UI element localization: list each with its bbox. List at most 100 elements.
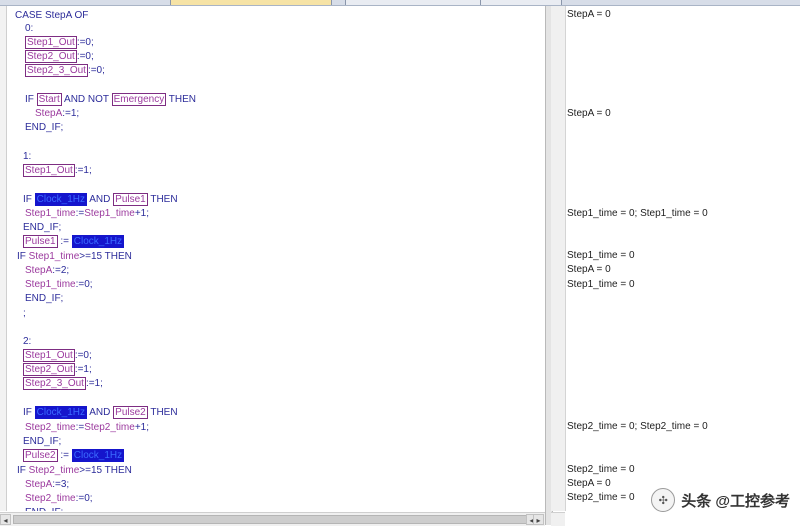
code-variable[interactable]: Pulse2 bbox=[23, 449, 58, 462]
code-line[interactable]: ; bbox=[23, 308, 26, 320]
code-line[interactable]: IF Clock_1Hz AND Pulse2 THEN bbox=[23, 406, 178, 419]
code-line[interactable]: END_IF; bbox=[25, 122, 63, 134]
code-line[interactable]: 0: bbox=[25, 23, 33, 35]
code-variable[interactable]: Step1_Out bbox=[25, 36, 77, 49]
code-keyword: :=0; bbox=[74, 350, 92, 361]
highlighted-variable[interactable]: Clock_1Hz bbox=[71, 235, 125, 248]
code-line[interactable]: Step1_time:=0; bbox=[25, 279, 93, 291]
code-keyword: >=15 THEN bbox=[79, 465, 132, 476]
watch-value: StepA = 0 bbox=[567, 108, 611, 119]
code-variable[interactable]: Step1_Out bbox=[23, 349, 75, 362]
code-line[interactable]: StepA:=2; bbox=[25, 265, 69, 277]
code-line[interactable]: Step2_3_Out:=0; bbox=[25, 64, 105, 77]
st-code-editor[interactable]: CASE StepA OF 0: Step1_Out:=0; Step2_Out:=0… bbox=[7, 6, 545, 511]
code-variable[interactable]: Pulse2 bbox=[113, 406, 148, 419]
code-line[interactable]: StepA:=3; bbox=[25, 479, 69, 491]
watermark: ✣ 头条 @工控参考 bbox=[651, 485, 790, 515]
code-line[interactable]: END_IF; bbox=[25, 507, 63, 511]
code-variable[interactable]: Start bbox=[36, 93, 62, 106]
scrollbar-thumb[interactable] bbox=[13, 515, 528, 524]
code-line[interactable]: END_IF; bbox=[23, 436, 61, 448]
code-keyword: +1; bbox=[134, 422, 149, 433]
code-line[interactable]: Step1_Out:=0; bbox=[23, 349, 92, 362]
code-line[interactable]: Step1_Out:=0; bbox=[25, 36, 94, 49]
watch-value: Step2_time = 0 bbox=[567, 492, 635, 503]
code-keyword: := bbox=[57, 236, 72, 247]
code-variable[interactable]: Step1_time bbox=[25, 279, 76, 290]
code-variable[interactable]: Pulse1 bbox=[113, 193, 148, 206]
code-variable[interactable]: Emergency bbox=[111, 93, 167, 106]
code-line[interactable]: Step1_time:=Step1_time+1; bbox=[25, 208, 149, 220]
code-line[interactable]: IF Step2_time>=15 THEN bbox=[17, 465, 132, 477]
code-variable[interactable]: Step2_time bbox=[25, 422, 76, 433]
code-keyword: THEN bbox=[147, 407, 178, 418]
code-variable[interactable]: StepA bbox=[25, 479, 52, 490]
code-line[interactable]: END_IF; bbox=[25, 293, 63, 305]
scroll-left-icon[interactable]: ◂ bbox=[0, 514, 11, 525]
document-tab[interactable] bbox=[170, 0, 332, 5]
code-keyword: :=0; bbox=[87, 65, 105, 76]
code-line[interactable]: Step1_Out:=1; bbox=[23, 164, 92, 177]
code-line[interactable]: 1: bbox=[23, 151, 31, 163]
code-keyword: :=0; bbox=[75, 279, 93, 290]
code-variable[interactable]: Step2_time bbox=[84, 422, 135, 433]
code-line[interactable]: IF Clock_1Hz AND Pulse1 THEN bbox=[23, 193, 178, 206]
watermark-text: 头条 @工控参考 bbox=[681, 492, 790, 510]
code-keyword: THEN bbox=[166, 94, 197, 105]
code-variable[interactable]: Step2_3_Out bbox=[25, 64, 88, 77]
code-line[interactable]: Step2_time:=0; bbox=[25, 493, 93, 505]
code-keyword: := bbox=[75, 422, 85, 433]
code-variable[interactable]: Step2_time bbox=[25, 493, 76, 504]
code-line[interactable]: StepA:=1; bbox=[35, 108, 79, 120]
code-line[interactable]: Step2_Out:=0; bbox=[25, 50, 94, 63]
code-variable[interactable]: Step1_Out bbox=[23, 164, 75, 177]
code-keyword: IF bbox=[17, 465, 29, 476]
code-keyword: IF bbox=[23, 194, 35, 205]
code-keyword: :=0; bbox=[76, 51, 94, 62]
document-tab[interactable] bbox=[480, 0, 562, 5]
watch-value: StepA = 0 bbox=[567, 264, 611, 275]
code-keyword: THEN bbox=[147, 194, 178, 205]
code-variable[interactable]: Step2_3_Out bbox=[23, 377, 86, 390]
code-line[interactable]: IF Step1_time>=15 THEN bbox=[17, 251, 132, 263]
code-line[interactable]: CASE StepA OF bbox=[15, 10, 88, 22]
code-variable[interactable]: Step2_Out bbox=[23, 363, 75, 376]
code-keyword: := bbox=[57, 450, 72, 461]
code-line[interactable]: END_IF; bbox=[23, 222, 61, 234]
code-variable[interactable]: Pulse1 bbox=[23, 235, 58, 248]
highlighted-variable[interactable]: Clock_1Hz bbox=[71, 449, 125, 462]
code-keyword: +1; bbox=[134, 208, 149, 219]
code-keyword: :=1; bbox=[74, 364, 92, 375]
code-keyword: >=15 THEN bbox=[79, 251, 132, 262]
code-variable[interactable]: StepA bbox=[25, 265, 52, 276]
code-line[interactable]: 2: bbox=[23, 336, 31, 348]
code-line[interactable]: Step2_Out:=1; bbox=[23, 363, 92, 376]
scroll-right-icon[interactable]: ▸ bbox=[533, 514, 544, 525]
code-variable[interactable]: Step2_time bbox=[29, 465, 80, 476]
code-keyword: IF bbox=[25, 94, 37, 105]
document-tab[interactable] bbox=[345, 0, 482, 5]
code-variable[interactable]: Step1_time bbox=[25, 208, 76, 219]
watch-value: Step1_time = 0 bbox=[567, 279, 635, 290]
code-keyword: AND bbox=[87, 194, 114, 205]
code-variable[interactable]: Step1_time bbox=[29, 251, 80, 262]
code-variable[interactable]: Step2_Out bbox=[25, 50, 77, 63]
highlighted-variable[interactable]: Clock_1Hz bbox=[34, 193, 88, 206]
code-variable[interactable]: Step1_time bbox=[84, 208, 135, 219]
code-line[interactable]: Step2_time:=Step2_time+1; bbox=[25, 422, 149, 434]
code-keyword: :=1; bbox=[74, 165, 92, 176]
code-keyword: :=0; bbox=[76, 37, 94, 48]
code-line[interactable]: Pulse1 := Clock_1Hz bbox=[23, 235, 125, 248]
code-line[interactable]: IF Start AND NOT Emergency THEN bbox=[25, 93, 197, 106]
highlighted-variable[interactable]: Clock_1Hz bbox=[34, 406, 88, 419]
watch-scroll-corner bbox=[551, 512, 565, 526]
code-keyword: AND NOT bbox=[61, 94, 112, 105]
code-line[interactable]: Pulse2 := Clock_1Hz bbox=[23, 449, 125, 462]
code-keyword: := bbox=[75, 208, 85, 219]
code-line[interactable]: Step2_3_Out:=1; bbox=[23, 377, 103, 390]
code-variable[interactable]: StepA bbox=[35, 108, 62, 119]
code-keyword: :=0; bbox=[75, 493, 93, 504]
code-keyword: :=2; bbox=[52, 265, 70, 276]
code-keyword: :=1; bbox=[85, 378, 103, 389]
horizontal-scrollbar[interactable]: ◂ ◂ ▸ bbox=[0, 512, 545, 526]
